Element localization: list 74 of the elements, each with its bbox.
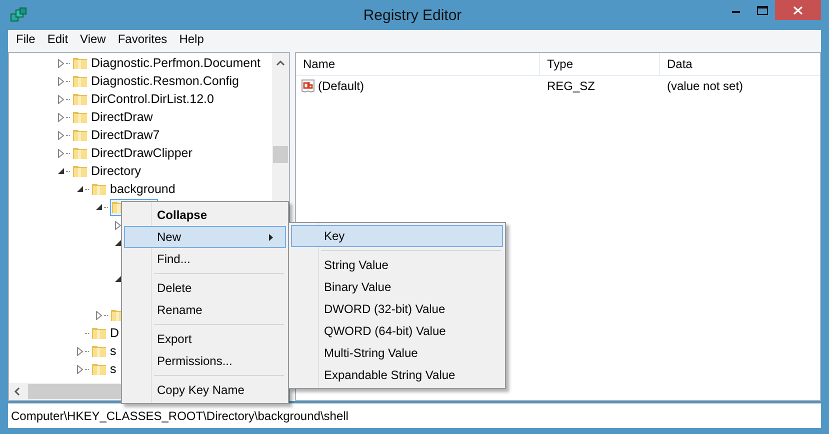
collapsed-arrow-icon[interactable]	[58, 94, 64, 104]
menu-item[interactable]: Multi-String Value	[291, 342, 503, 364]
collapsed-arrow-icon[interactable]	[77, 346, 83, 356]
menu-item[interactable]: New	[124, 226, 286, 248]
menu-item[interactable]: Export	[124, 328, 286, 350]
menu-item[interactable]: View	[74, 32, 112, 46]
tree-item[interactable]: Diagnostic.Perfmon.Document	[91, 56, 261, 70]
folder-icon	[91, 181, 107, 197]
folder-icon	[72, 73, 88, 89]
folder-icon	[72, 109, 88, 125]
column-header[interactable]: Name	[296, 53, 540, 75]
tree-item[interactable]: DirectDrawClipper	[91, 146, 192, 160]
menu-item[interactable]: File	[10, 32, 42, 46]
folder-icon	[72, 55, 88, 71]
folder-icon	[91, 361, 107, 377]
column-header[interactable]: Type	[540, 53, 660, 75]
scrollbar-thumb[interactable]	[273, 146, 288, 163]
value-data: (value not set)	[666, 79, 744, 93]
menu-item[interactable]: QWORD (64-bit) Value	[291, 320, 503, 342]
key-path: Computer\HKEY_CLASSES_ROOT\Directory\background\shell	[11, 409, 348, 423]
registry-cubes-icon	[10, 7, 28, 23]
menu-item[interactable]: Binary Value	[291, 276, 503, 298]
tree-item[interactable]: background	[110, 182, 176, 196]
menu-item[interactable]: String Value	[291, 254, 503, 276]
collapsed-arrow-icon[interactable]	[58, 130, 64, 140]
menu-item[interactable]: Key	[291, 225, 503, 247]
menu-item[interactable]: Collapse	[124, 204, 286, 226]
string-value-icon	[301, 79, 315, 93]
scroll-left-icon[interactable]	[14, 387, 20, 396]
folder-icon	[91, 343, 107, 359]
menu-item[interactable]: Help	[173, 32, 210, 46]
expanded-arrow-icon[interactable]	[115, 276, 121, 282]
tree-item[interactable]: DirectDraw	[91, 110, 153, 124]
menu-item[interactable]: Permissions...	[124, 350, 286, 372]
collapsed-arrow-icon[interactable]	[96, 310, 102, 320]
collapsed-arrow-icon[interactable]	[77, 364, 83, 374]
folder-icon	[72, 127, 88, 143]
collapsed-arrow-icon[interactable]	[58, 58, 64, 68]
folder-icon	[72, 91, 88, 107]
tree-item[interactable]: D	[110, 326, 120, 340]
close-icon	[793, 6, 803, 14]
expanded-arrow-icon[interactable]	[77, 186, 83, 192]
tree-item[interactable]: DirControl.DirList.12.0	[91, 92, 214, 106]
tree-item[interactable]: Diagnostic.Resmon.Config	[91, 74, 239, 88]
menu-item[interactable]: Delete	[124, 277, 286, 299]
collapsed-arrow-icon[interactable]	[58, 76, 64, 86]
menu-item[interactable]: DWORD (32-bit) Value	[291, 298, 503, 320]
value-type: REG_SZ	[546, 79, 596, 93]
tree-item[interactable]: DirectDraw7	[91, 128, 160, 142]
close-button[interactable]	[775, 0, 821, 20]
collapsed-arrow-icon[interactable]	[58, 148, 64, 158]
submenu-arrow-icon	[269, 234, 273, 240]
expanded-arrow-icon[interactable]	[115, 240, 121, 246]
menu-item[interactable]: Find...	[124, 248, 286, 270]
tree-item[interactable]: Directory	[91, 164, 142, 178]
scroll-up-icon[interactable]	[276, 60, 285, 66]
folder-icon	[91, 325, 107, 341]
window-title: Registry Editor	[363, 7, 462, 24]
folder-icon	[72, 145, 88, 161]
column-header[interactable]: Data	[660, 53, 820, 75]
menu-item[interactable]: Rename	[124, 299, 286, 321]
expanded-arrow-icon[interactable]	[58, 168, 64, 174]
maximize-icon	[756, 6, 768, 14]
collapsed-arrow-icon[interactable]	[58, 112, 64, 122]
collapsed-arrow-icon[interactable]	[115, 220, 121, 230]
tree-item[interactable]: s	[110, 344, 116, 358]
folder-icon	[72, 163, 88, 179]
menu-item[interactable]: Edit	[41, 32, 74, 46]
expanded-arrow-icon[interactable]	[96, 204, 102, 210]
menu-item[interactable]: Expandable String Value	[291, 364, 503, 386]
menu-item[interactable]: Favorites	[112, 32, 174, 46]
menu-item[interactable]: Copy Key Name	[124, 379, 286, 401]
tree-item[interactable]: s	[110, 362, 116, 376]
value-name[interactable]: (Default)	[318, 79, 364, 93]
